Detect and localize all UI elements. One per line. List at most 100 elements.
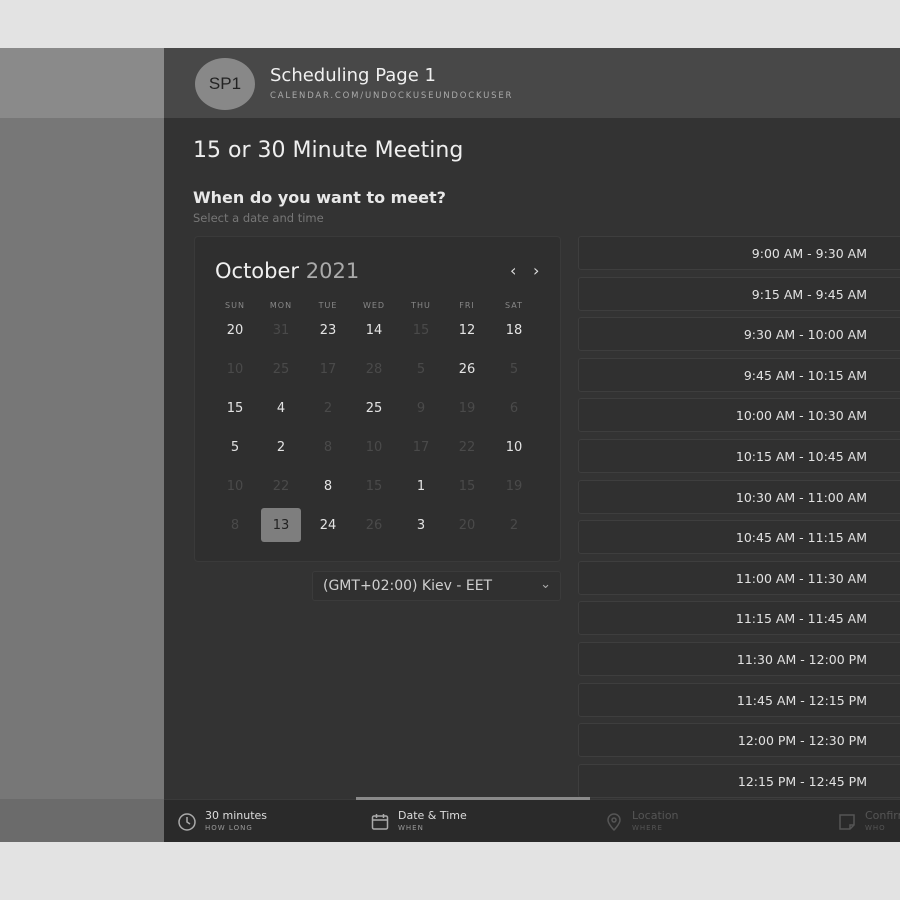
time-slot-button[interactable]: 12:15 PM - 12:45 PM xyxy=(578,763,900,798)
time-slot-button[interactable]: 9:00 AM - 9:30 AM xyxy=(578,236,900,270)
time-slot-label: 12:00 PM - 12:30 PM xyxy=(737,733,867,749)
step-label: Confirm xyxy=(865,809,900,822)
timezone-value: (GMT+02:00) Kiev - EET xyxy=(323,578,493,594)
prev-month-button[interactable]: ‹ xyxy=(510,261,516,280)
calendar-month-year: October 2021 xyxy=(215,259,359,283)
calendar-day: 17 xyxy=(319,361,337,377)
time-slot-button[interactable]: 10:30 AM - 11:00 AM xyxy=(578,479,900,514)
page-title: Scheduling Page 1 xyxy=(270,65,436,86)
next-month-button[interactable]: › xyxy=(533,261,539,280)
time-slot-button[interactable]: 11:45 AM - 12:15 PM xyxy=(578,682,900,717)
weekday-header: WED xyxy=(362,301,386,310)
calendar-day: 17 xyxy=(412,439,430,455)
calendar-day[interactable]: 20 xyxy=(215,313,255,347)
location-pin-icon xyxy=(604,812,624,832)
step-who[interactable]: Confirm WHO xyxy=(837,809,900,837)
note-icon xyxy=(837,812,857,832)
calendar-month: October xyxy=(215,259,300,283)
calendar-day[interactable]: 14 xyxy=(354,313,394,347)
calendar-day: 10 xyxy=(365,439,383,455)
calendar-day: 2 xyxy=(509,517,519,533)
time-slot-button[interactable]: 10:45 AM - 11:15 AM xyxy=(578,520,900,555)
time-slot-label: 10:30 AM - 11:00 AM xyxy=(735,489,867,505)
calendar-day[interactable]: 8 xyxy=(308,469,348,503)
calendar-day: 8 xyxy=(323,439,333,455)
weekday-header: FRI xyxy=(459,301,475,310)
step-label: 30 minutes xyxy=(205,809,268,822)
step-sublabel: HOW LONG xyxy=(205,824,253,832)
calendar-day[interactable]: 25 xyxy=(354,391,394,425)
weekday-header: MON xyxy=(269,301,293,310)
time-slot-label: 10:45 AM - 11:15 AM xyxy=(735,530,867,546)
calendar-day: 2 xyxy=(323,400,333,416)
time-slot-button[interactable]: 10:15 AM - 10:45 AM xyxy=(578,439,900,473)
time-slot-button[interactable]: 11:00 AM - 11:30 AM xyxy=(578,560,900,595)
time-slot-label: 9:30 AM - 10:00 AM xyxy=(743,327,867,343)
date-picker: October 2021 ‹ › SUN MON TUE WED THU FRI SAT 20… xyxy=(194,236,561,562)
calendar-day: 8 xyxy=(230,517,240,533)
calendar-day[interactable]: 15 xyxy=(215,391,255,425)
clock-icon xyxy=(177,812,197,832)
calendar-day[interactable]: 12 xyxy=(447,313,487,347)
step-how-long[interactable]: 30 minutes HOW LONG xyxy=(177,809,337,837)
time-slot-label: 11:15 AM - 11:45 AM xyxy=(735,611,867,627)
calendar-day: 19 xyxy=(505,478,523,494)
time-slot-button[interactable]: 9:30 AM - 10:00 AM xyxy=(578,317,900,352)
step-label: Location xyxy=(632,809,679,822)
calendar-day[interactable]: 23 xyxy=(308,313,348,347)
calendar-day[interactable]: 24 xyxy=(308,508,348,542)
calendar-year: 2021 xyxy=(305,259,360,283)
time-slot-button[interactable]: 12:00 PM - 12:30 PM xyxy=(578,723,900,758)
calendar-day: 19 xyxy=(458,400,476,416)
weekday-header: SUN xyxy=(225,301,245,310)
calendar-day[interactable]: 5 xyxy=(215,430,255,464)
time-slot-button[interactable]: 9:15 AM - 9:45 AM xyxy=(578,276,900,311)
left-panel-overlay xyxy=(0,48,164,842)
calendar-day: 15 xyxy=(412,322,430,338)
time-slot-button[interactable]: 11:30 AM - 12:00 PM xyxy=(578,642,900,676)
calendar-icon xyxy=(370,812,390,832)
calendar-day: 9 xyxy=(416,400,426,416)
calendar-day: 26 xyxy=(365,517,383,533)
left-panel-footer xyxy=(0,799,164,842)
weekday-header: TUE xyxy=(318,301,338,310)
calendar-day: 5 xyxy=(416,361,426,377)
calendar-day[interactable]: 4 xyxy=(261,391,301,425)
time-slot-label: 10:00 AM - 10:30 AM xyxy=(735,408,867,424)
calendar-day[interactable]: 3 xyxy=(401,508,441,542)
page-header: SP1 Scheduling Page 1 CALENDAR.COM/UNDOC… xyxy=(164,48,900,118)
step-sublabel: WHERE xyxy=(632,824,663,832)
when-heading: When do you want to meet? xyxy=(193,188,446,207)
time-slot-button[interactable]: 9:45 AM - 10:15 AM xyxy=(578,357,900,392)
calendar-day: 22 xyxy=(272,478,290,494)
scheduling-panel: SP1 Scheduling Page 1 CALENDAR.COM/UNDOC… xyxy=(164,48,900,842)
step-sublabel: WHEN xyxy=(398,824,424,832)
calendar-day[interactable]: 1 xyxy=(401,469,441,503)
time-slot-label: 9:45 AM - 10:15 AM xyxy=(743,367,867,383)
calendar-day[interactable]: 2 xyxy=(261,430,301,464)
calendar-day: 20 xyxy=(458,517,476,533)
time-slot-button[interactable]: 11:15 AM - 11:45 AM xyxy=(578,601,900,636)
time-slot-label: 11:30 AM - 12:00 PM xyxy=(736,652,867,667)
step-footer: 30 minutes HOW LONG Date & Time WHEN Locatio… xyxy=(164,797,900,842)
page-url[interactable]: CALENDAR.COM/UNDOCKUSEUNDOCKUSER xyxy=(270,91,513,101)
time-slot-button[interactable]: 10:00 AM - 10:30 AM xyxy=(578,398,900,433)
time-slot-label: 12:15 PM - 12:45 PM xyxy=(737,773,867,789)
when-subheading: Select a date and time xyxy=(193,211,324,225)
calendar-day[interactable]: 18 xyxy=(494,313,534,347)
calendar-day: 31 xyxy=(272,322,290,338)
step-where[interactable]: Location WHERE xyxy=(604,809,764,837)
calendar-day: 5 xyxy=(509,361,519,377)
calendar-day: 6 xyxy=(509,400,519,416)
timezone-select[interactable]: (GMT+02:00) Kiev - EET ⌄ xyxy=(312,571,561,601)
calendar-day-selected[interactable]: 13 xyxy=(261,508,301,542)
avatar: SP1 xyxy=(195,58,255,110)
meeting-title: 15 or 30 Minute Meeting xyxy=(193,138,464,163)
calendar-day[interactable]: 26 xyxy=(447,352,487,386)
calendar-day: 10 xyxy=(226,478,244,494)
calendar-day: 15 xyxy=(365,478,383,494)
calendar-day[interactable]: 10 xyxy=(494,430,534,464)
step-when[interactable]: Date & Time WHEN xyxy=(370,809,530,837)
step-label: Date & Time xyxy=(398,809,467,822)
time-slot-label: 11:00 AM - 11:30 AM xyxy=(735,570,867,586)
